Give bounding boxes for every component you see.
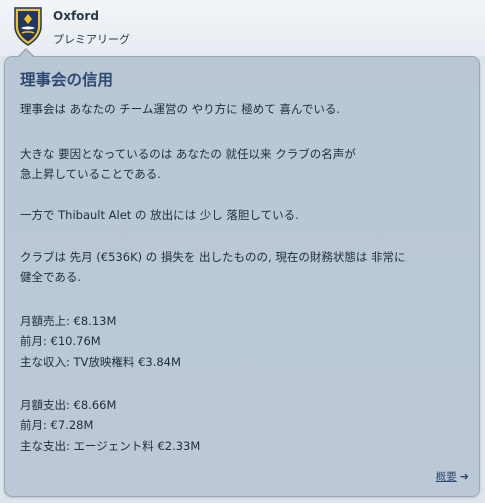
monthly-revenue: 月額売上: €8.13M bbox=[20, 314, 117, 328]
board-confidence-screen: Oxford プレミアリーグ 理事会の信用 理事会は あなたの チーム運営の や… bbox=[0, 0, 485, 503]
reason-line-2: 急上昇していることである. bbox=[20, 167, 161, 181]
arrow-right-icon[interactable]: ➜ bbox=[460, 470, 469, 483]
overview-link-label[interactable]: 概要 bbox=[436, 471, 457, 483]
previous-month-revenue: 前月: €10.76M bbox=[20, 334, 101, 348]
panel-pointer-inner bbox=[18, 49, 34, 58]
finance-line-2: 健全である. bbox=[20, 270, 82, 284]
reason-line-1: 大きな 要因となっているのは あなたの 就任以来 クラブの名声が bbox=[20, 147, 356, 161]
overview-link[interactable]: 概要 ➜ bbox=[436, 469, 469, 484]
club-crest-icon[interactable] bbox=[13, 6, 43, 46]
league-name[interactable]: プレミアリーグ bbox=[53, 31, 130, 47]
club-name[interactable]: Oxford bbox=[53, 9, 99, 23]
confidence-summary: 理事会は あなたの チーム運営の やり方に 極めて 喜んでいる. bbox=[20, 102, 341, 116]
club-header: Oxford プレミアリーグ bbox=[0, 0, 485, 56]
finance-line-1: クラブは 先月 (€536K) の 損失を 出したものの, 現在の財務状態は 非… bbox=[20, 250, 406, 264]
monthly-expenditure: 月額支出: €8.66M bbox=[20, 398, 117, 412]
panel-title: 理事会の信用 bbox=[20, 71, 114, 89]
main-income: 主な収入: TV放映権料 €3.84M bbox=[20, 355, 181, 369]
board-confidence-panel: 理事会の信用 理事会は あなたの チーム運営の やり方に 極めて 喜んでいる. … bbox=[4, 56, 480, 497]
previous-month-expenditure: 前月: €7.28M bbox=[20, 418, 94, 432]
transfer-note: 一方で Thibault Alet の 放出には 少し 落胆している. bbox=[20, 208, 299, 222]
main-expense: 主な支出: エージェント料 €2.33M bbox=[20, 439, 201, 453]
